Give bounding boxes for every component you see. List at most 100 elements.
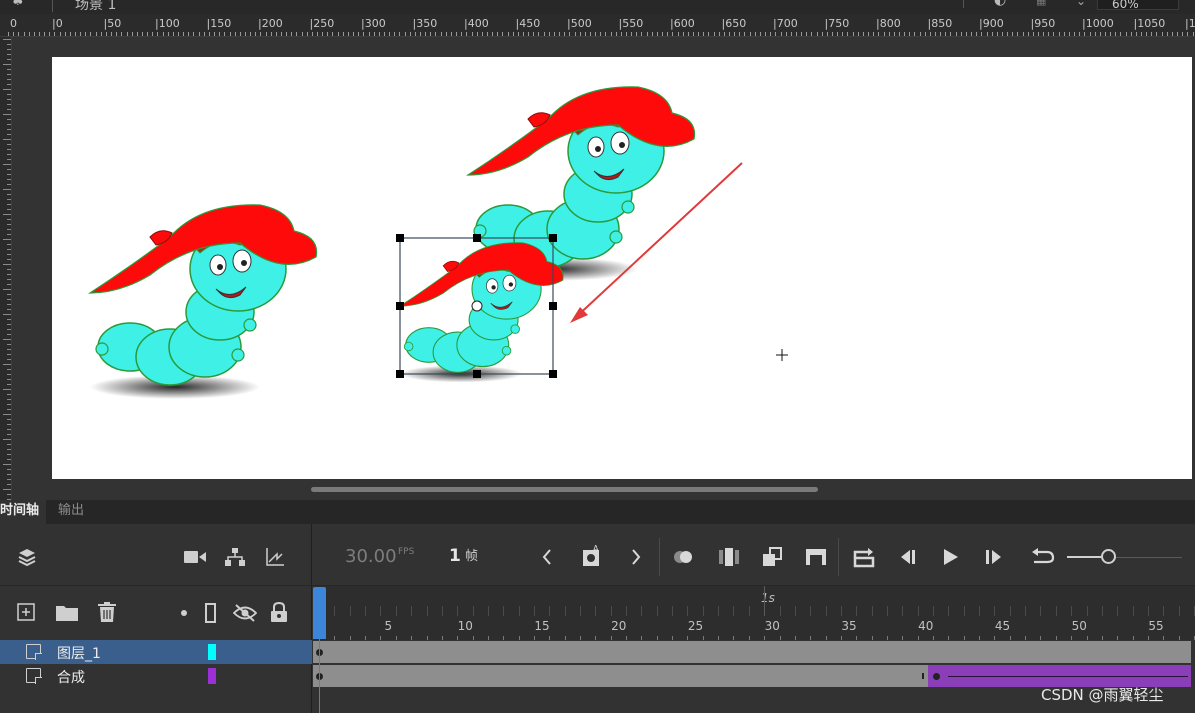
dot-icon[interactable] bbox=[178, 606, 190, 620]
frame-cell bbox=[518, 606, 520, 616]
ruler-tick bbox=[888, 32, 890, 36]
step-forward-icon[interactable] bbox=[983, 546, 1005, 568]
ruler-tick bbox=[311, 32, 313, 36]
tab-output[interactable]: 输出 bbox=[56, 500, 86, 524]
loop-icon[interactable] bbox=[851, 544, 877, 570]
ruler-tick bbox=[214, 32, 215, 36]
fps-value[interactable]: 30.00 bbox=[345, 546, 397, 567]
layer-row[interactable]: 图层_1 bbox=[0, 640, 312, 664]
ruler-tick bbox=[471, 32, 473, 36]
ruler-tick bbox=[7, 329, 11, 330]
frame-tick bbox=[641, 636, 643, 640]
svg-text:A: A bbox=[593, 544, 599, 553]
ruler-label: |450 bbox=[515, 17, 541, 30]
ruler-tick bbox=[651, 32, 653, 36]
ruler-tick bbox=[7, 74, 11, 75]
ruler-tick bbox=[914, 32, 916, 36]
frame-ruler[interactable]: 1s 5 10 15 20 25 30 35 40 45 50 55 bbox=[313, 586, 1195, 640]
zoom-slider-track[interactable] bbox=[1067, 556, 1101, 558]
play-icon[interactable] bbox=[940, 546, 962, 568]
ruler-tick bbox=[90, 32, 92, 36]
frame-span[interactable] bbox=[313, 641, 1191, 663]
ruler-tick bbox=[7, 79, 11, 80]
layers-icon[interactable] bbox=[16, 546, 38, 568]
previous-keyframe-icon[interactable] bbox=[538, 546, 556, 568]
ruler-tick bbox=[250, 32, 252, 36]
camera-icon[interactable] bbox=[184, 547, 206, 567]
ruler-tick bbox=[3, 39, 11, 40]
ruler-label: 0 bbox=[10, 17, 17, 30]
ruler-tick bbox=[450, 32, 452, 36]
ruler-tick bbox=[1192, 32, 1194, 36]
ruler-tick bbox=[1001, 32, 1003, 36]
frame-cell bbox=[595, 606, 597, 616]
layer-color-swatch[interactable] bbox=[208, 668, 216, 684]
trash-icon[interactable] bbox=[97, 601, 117, 623]
scene-icon[interactable]: ♣ bbox=[12, 0, 24, 9]
grid-icon[interactable]: ▦ bbox=[1036, 0, 1046, 7]
insert-keyframe-icon[interactable]: A bbox=[580, 543, 604, 569]
ruler-tick bbox=[425, 32, 427, 36]
ruler-tick bbox=[7, 374, 11, 375]
loop-range-icon[interactable] bbox=[804, 545, 828, 569]
ruler-tick bbox=[54, 32, 56, 36]
folder-icon[interactable] bbox=[55, 603, 79, 621]
layer-track[interactable] bbox=[313, 641, 1195, 665]
rewind-icon[interactable] bbox=[1030, 546, 1056, 568]
new-layer-icon[interactable] bbox=[16, 602, 36, 622]
ruler-tick bbox=[1161, 32, 1163, 36]
eye-slash-icon[interactable] bbox=[233, 602, 257, 624]
outline-icon[interactable] bbox=[204, 602, 218, 624]
layer-color-swatch[interactable] bbox=[208, 644, 216, 660]
stage-canvas[interactable] bbox=[52, 57, 1192, 479]
tab-timeline[interactable]: 时间轴 bbox=[0, 500, 46, 524]
paste-motion-icon[interactable] bbox=[760, 545, 784, 569]
frame-tick bbox=[411, 636, 413, 640]
edit-multiple-frames-icon[interactable] bbox=[718, 546, 742, 568]
ruler-tick bbox=[924, 32, 926, 36]
layer-name[interactable]: 图层_1 bbox=[57, 643, 101, 663]
clip-icon[interactable]: ◐ bbox=[994, 0, 1006, 8]
zoom-field[interactable]: 60% bbox=[1097, 0, 1179, 11]
ruler-tick bbox=[7, 259, 11, 260]
scene-label[interactable]: 场景 1 bbox=[75, 0, 116, 14]
ruler-tick bbox=[7, 269, 11, 270]
next-keyframe-icon[interactable] bbox=[627, 546, 645, 568]
ruler-tick bbox=[626, 32, 627, 36]
ruler-tick bbox=[456, 32, 457, 36]
frame-tick bbox=[1101, 636, 1103, 640]
lock-icon[interactable] bbox=[269, 601, 289, 623]
onion-skin-icon[interactable] bbox=[672, 546, 696, 568]
zoom-slider-track-rest[interactable] bbox=[1116, 557, 1182, 558]
ruler-tick bbox=[229, 32, 231, 36]
frame-cell bbox=[779, 606, 781, 616]
ruler-tick bbox=[641, 32, 643, 36]
horizontal-scrollbar[interactable] bbox=[311, 487, 818, 492]
frame-tick bbox=[503, 636, 505, 640]
ruler-tick bbox=[1012, 32, 1014, 36]
step-back-icon[interactable] bbox=[897, 546, 919, 568]
ruler-tick bbox=[7, 234, 11, 235]
ruler-tick bbox=[322, 32, 324, 36]
ruler-tick bbox=[219, 32, 221, 36]
zoom-slider-handle[interactable] bbox=[1101, 549, 1116, 564]
layer-name[interactable]: 合成 bbox=[57, 667, 85, 687]
ruler-tick bbox=[1166, 32, 1168, 36]
layer-row[interactable]: 合成 bbox=[0, 664, 312, 688]
hierarchy-icon[interactable] bbox=[224, 547, 246, 567]
ruler-tick bbox=[275, 32, 277, 36]
chevron-down-icon[interactable]: ⌄ bbox=[1076, 0, 1086, 8]
ruler-tick bbox=[152, 32, 154, 36]
frame-tick bbox=[457, 636, 459, 640]
ruler-tick bbox=[1068, 32, 1070, 36]
frame-cell bbox=[979, 606, 980, 616]
keyframe[interactable] bbox=[933, 673, 940, 680]
current-frame[interactable]: 1 bbox=[449, 546, 461, 566]
ruler-tick bbox=[3, 389, 11, 390]
ruler-tick bbox=[466, 32, 468, 36]
graph-icon[interactable] bbox=[264, 546, 286, 568]
ruler-tick bbox=[708, 32, 710, 36]
ruler-tick bbox=[1032, 32, 1034, 36]
frame-span[interactable] bbox=[313, 665, 928, 687]
ruler-tick bbox=[868, 32, 869, 36]
